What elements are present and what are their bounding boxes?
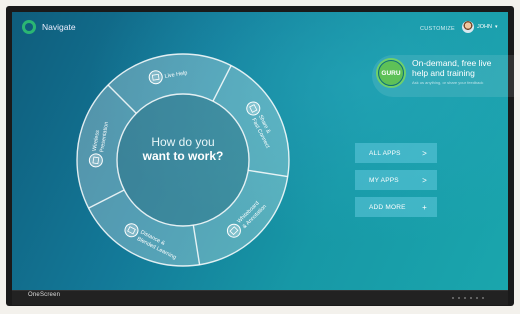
chevron-right-icon: > <box>422 148 427 158</box>
app-name: Navigate <box>42 22 76 32</box>
wheel-center-question: How do you want to work? <box>120 135 246 163</box>
my-apps-label: MY APPS <box>369 176 399 184</box>
hardware-indicators <box>452 297 484 299</box>
display-chin <box>12 290 508 305</box>
wheel-center-line2: want to work? <box>142 149 224 163</box>
chevron-right-icon: > <box>422 175 427 185</box>
navigate-logo-icon <box>22 20 36 34</box>
guru-subtitle: Ask us anything, or share your feedback <box>412 80 484 85</box>
customize-button[interactable]: CUSTOMIZE <box>420 26 455 32</box>
my-apps-button[interactable]: MY APPS > <box>355 170 437 190</box>
guru-badge-label: GURU <box>379 61 403 85</box>
add-more-label: ADD MORE <box>369 203 406 211</box>
user-name: JOHN <box>477 24 492 30</box>
all-apps-button[interactable]: ALL APPS > <box>355 143 437 163</box>
chevron-down-icon[interactable]: ▾ <box>495 24 498 30</box>
add-more-button[interactable]: ADD MORE + <box>355 197 437 217</box>
guru-badge[interactable]: GURU <box>376 58 406 88</box>
device-brand: OneScreen <box>28 292 61 298</box>
plus-icon: + <box>422 202 427 212</box>
avatar[interactable] <box>462 21 474 33</box>
app-logo: Navigate <box>22 20 76 34</box>
guru-title: On-demand, free live help and training <box>412 58 492 78</box>
user-menu[interactable]: JOHN ▾ <box>462 21 498 33</box>
wheel-center-line1: How do you <box>151 135 215 149</box>
all-apps-label: ALL APPS <box>369 149 401 157</box>
